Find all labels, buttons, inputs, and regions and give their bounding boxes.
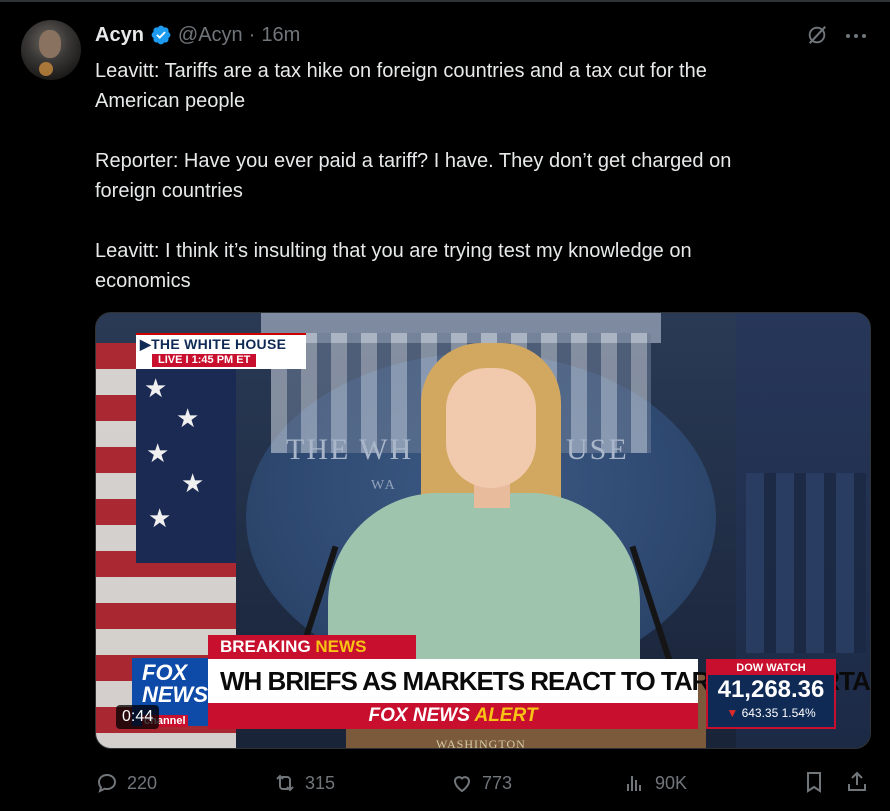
tweet-header: Acyn @Acyn · 16m — [95, 22, 300, 48]
breaking-news-banner: BREAKING NEWS — [208, 635, 416, 659]
alert-prefix: FOX NEWS — [368, 705, 470, 726]
chyron-location: ▶THE WHITE HOUSE — [140, 336, 287, 352]
more-options-icon[interactable] — [846, 30, 870, 42]
flag-canton: ★ ★ ★ ★ ★ — [136, 343, 236, 563]
live-badge: LIVE I 1:45 PM ET — [152, 354, 257, 367]
share-icon[interactable] — [845, 770, 869, 794]
tweet-paragraph: Leavitt: I think it’s insulting that you… — [95, 240, 692, 292]
tweet-text: Leavitt: Tariffs are a tax hike on forei… — [95, 56, 855, 296]
fox-logo-text: FOX NEWS — [142, 660, 208, 707]
dow-change: ▼ 643.35 1.54% — [726, 706, 816, 720]
heart-icon — [453, 776, 471, 793]
breaking-label: BREAKING — [220, 637, 311, 656]
breaking-news-label: NEWS — [315, 637, 367, 656]
location-chyron: ▶THE WHITE HOUSE LIVE I 1:45 PM ET — [136, 333, 306, 369]
alert-suffix: ALERT — [474, 705, 538, 726]
news-headline: WH BRIEFS AS MARKETS REACT TO TARIFF UNC… — [208, 659, 870, 703]
backdrop-subtext: WA — [371, 478, 397, 493]
dow-value: 41,268.36 — [717, 676, 825, 703]
dateline: WASHINGTON — [436, 737, 526, 749]
avatar[interactable] — [21, 20, 81, 80]
avatar-face — [39, 30, 61, 58]
tweet-paragraph: Reporter: Have you ever paid a tariff? I… — [95, 150, 732, 202]
view-count: 90K — [655, 772, 688, 793]
repost-count: 315 — [305, 772, 336, 793]
separator-dot: · — [248, 23, 256, 46]
bookmark-icon[interactable] — [802, 770, 826, 794]
author-name[interactable]: Acyn — [95, 24, 144, 47]
backdrop-text-left: THE WH — [286, 433, 414, 466]
news-alert-bar: FOX NEWS ALERT — [208, 703, 698, 729]
reply-button[interactable]: 220 — [95, 768, 157, 798]
video-duration: 0:44 — [116, 705, 160, 729]
like-count: 773 — [482, 772, 513, 793]
dow-label: DOW WATCH — [708, 661, 834, 675]
video-player[interactable]: THE WH USE WA ★ ★ ★ ★ ★ ▶THE WHITE HOUSE… — [95, 312, 871, 749]
down-arrow-icon: ▼ — [726, 706, 739, 720]
timestamp[interactable]: 16m — [261, 24, 300, 47]
reply-icon — [97, 773, 117, 793]
repost-button[interactable]: 315 — [273, 768, 335, 798]
speaker-face — [446, 368, 536, 488]
dow-watch-box: DOW WATCH 41,268.36 ▼ 643.35 1.54% — [706, 659, 836, 729]
author-handle[interactable]: @Acyn — [178, 24, 243, 47]
repost-icon — [276, 774, 294, 792]
grok-icon[interactable] — [806, 24, 828, 46]
views-button[interactable]: 90K — [623, 768, 687, 798]
tweet-actions: 220 315 773 90K — [95, 768, 871, 798]
reply-count: 220 — [127, 772, 158, 793]
analytics-icon — [627, 776, 641, 791]
backdrop-text-right: USE — [566, 433, 629, 466]
verified-badge-icon — [151, 25, 171, 45]
avatar-glow — [39, 62, 53, 76]
top-divider — [0, 0, 890, 2]
like-button[interactable]: 773 — [450, 768, 512, 798]
tweet-paragraph: Leavitt: Tariffs are a tax hike on forei… — [95, 60, 707, 112]
